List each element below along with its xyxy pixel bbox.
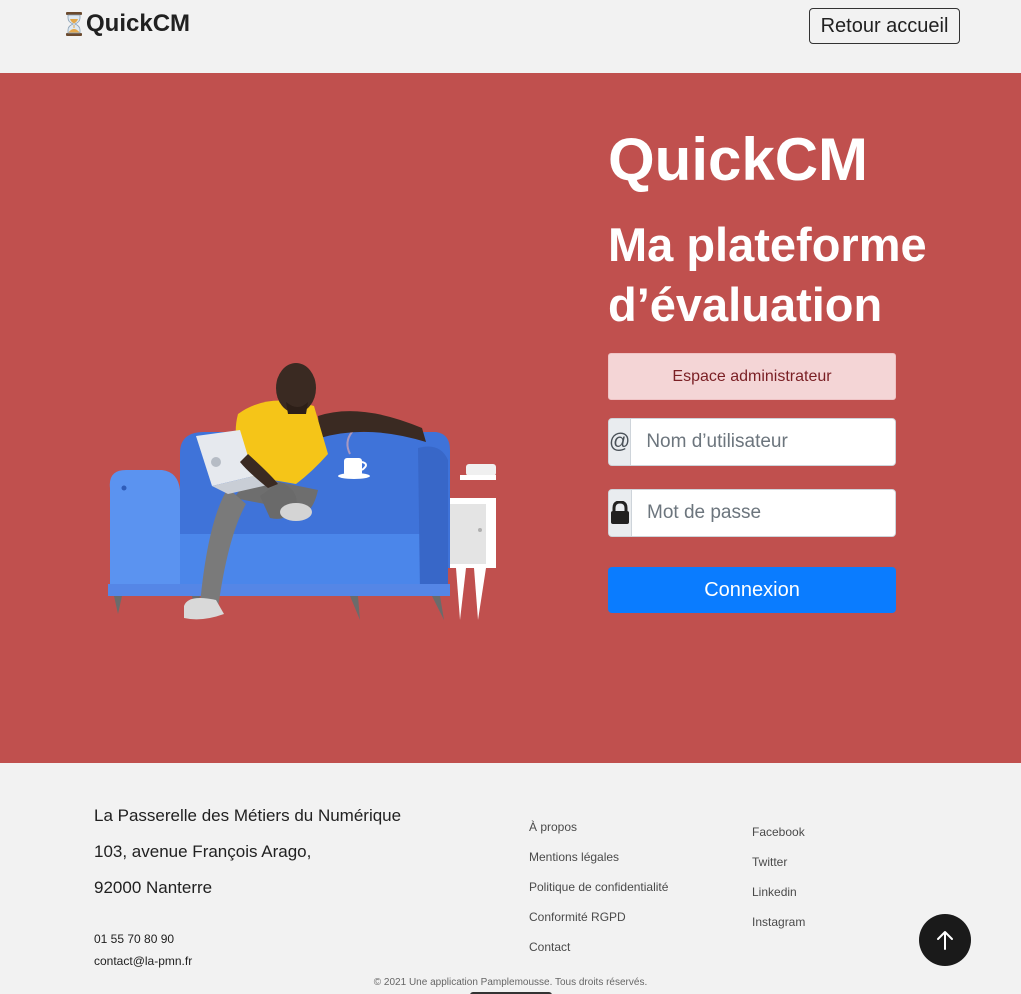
username-input[interactable] <box>631 419 895 465</box>
admin-space-badge: Espace administrateur <box>608 353 896 400</box>
footer-link-linkedin[interactable]: Linkedin <box>752 885 797 899</box>
hourglass-icon <box>66 12 82 36</box>
address-city: 92000 Nanterre <box>94 878 213 897</box>
site-header: QuickCM Retour accueil <box>0 0 1021 73</box>
brand-logo[interactable]: QuickCM <box>64 11 190 37</box>
site-footer: La Passerelle des Métiers du Numérique 1… <box>0 763 1021 994</box>
footer-link-twitter[interactable]: Twitter <box>752 855 787 869</box>
footer-link-facebook[interactable]: Facebook <box>752 825 805 839</box>
at-sign-icon: @ <box>609 419 632 465</box>
contact-phone: 01 55 70 80 90 <box>94 932 175 946</box>
contact-email-link[interactable]: contact@la-pmn.fr <box>94 954 192 968</box>
address-organization: La Passerelle des Métiers du Numérique <box>94 806 402 825</box>
footer-link-legal[interactable]: Mentions légales <box>529 850 619 864</box>
username-field-group: @ <box>608 418 896 466</box>
arrow-up-icon <box>937 931 953 950</box>
footer-link-instagram[interactable]: Instagram <box>752 915 805 929</box>
footer-link-privacy[interactable]: Politique de confidentialité <box>529 880 668 894</box>
scroll-to-top-button[interactable] <box>919 914 971 966</box>
footer-link-about[interactable]: À propos <box>529 820 577 834</box>
footer-link-contact[interactable]: Contact <box>529 940 570 954</box>
brand-name: QuickCM <box>86 10 191 37</box>
hero-subtitle: Ma plateforme d’évaluation <box>608 218 927 331</box>
login-button[interactable]: Connexion <box>608 567 896 613</box>
hero-section: QuickCM Ma plateforme d’évaluation Espac… <box>0 73 1021 763</box>
footer-link-gdpr[interactable]: Conformité RGPD <box>529 910 626 924</box>
password-input[interactable] <box>632 490 895 536</box>
person-on-sofa-illustration <box>108 363 496 620</box>
home-button[interactable]: Retour accueil <box>809 8 960 44</box>
address-street: 103, avenue François Arago, <box>94 842 312 861</box>
password-field-group <box>608 489 896 537</box>
hero-title: QuickCM <box>608 126 869 193</box>
lock-icon <box>609 490 632 536</box>
copyright-text: © 2021 Une application Pamplemousse. Tou… <box>373 977 648 988</box>
